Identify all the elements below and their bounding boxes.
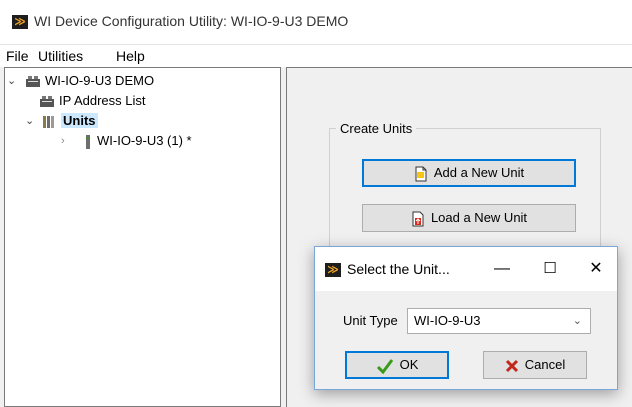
tree-root-label: WI-IO-9-U3 DEMO [45, 73, 155, 88]
tree-ip-list-row[interactable]: IP Address List [39, 92, 145, 110]
dialog-title-bar[interactable]: ≫ Select the Unit... — ☐ ✕ [315, 247, 617, 291]
chevron-down-icon[interactable]: ⌄ [7, 72, 16, 90]
select-unit-dialog: ≫ Select the Unit... — ☐ ✕ Unit Type WI-… [314, 246, 618, 390]
ok-button[interactable]: OK [345, 351, 449, 379]
title-bar: ≫ WI Device Configuration Utility: WI-IO… [0, 0, 632, 45]
add-new-unit-label: Add a New Unit [433, 165, 525, 180]
menu-file[interactable]: File [6, 48, 29, 64]
tree-unit-item-label: WI-IO-9-U3 (1) * [97, 133, 192, 148]
network-device-icon [26, 75, 40, 87]
create-units-title: Create Units [336, 121, 417, 136]
chevron-down-icon[interactable]: ⌄ [25, 112, 34, 130]
load-document-icon [412, 211, 424, 227]
unit-type-label: Unit Type [343, 313, 398, 328]
menu-utilities[interactable]: Utilities [38, 48, 83, 64]
minimize-button[interactable]: — [487, 257, 517, 281]
app-logo-icon: ≫ [12, 15, 28, 29]
new-document-icon [415, 166, 427, 182]
checkmark-icon [376, 358, 393, 374]
close-button[interactable]: ✕ [581, 257, 611, 281]
unit-type-select[interactable]: WI-IO-9-U3 ⌄ [407, 308, 591, 334]
ok-label: OK [399, 357, 419, 372]
units-folder-icon [43, 115, 54, 128]
menu-help[interactable]: Help [116, 48, 145, 64]
network-device-icon [40, 95, 54, 107]
chevron-down-icon: ⌄ [572, 315, 582, 327]
window-title: WI Device Configuration Utility: WI-IO-9… [34, 13, 349, 29]
dialog-title: Select the Unit... [347, 261, 450, 277]
create-units-group [329, 128, 601, 258]
tree-root-row[interactable]: ⌄ WI-IO-9-U3 DEMO [7, 72, 154, 90]
chevron-right-icon[interactable]: › [61, 132, 65, 150]
tree-units-label: Units [61, 113, 98, 128]
device-tree-panel[interactable]: ⌄ WI-IO-9-U3 DEMO IP Address List ⌄ Unit… [4, 67, 281, 407]
unit-module-icon [86, 134, 90, 149]
red-x-icon [505, 359, 518, 372]
app-logo-icon: ≫ [325, 263, 341, 277]
add-new-unit-button[interactable]: Add a New Unit [362, 159, 576, 187]
maximize-button[interactable]: ☐ [535, 257, 565, 281]
tree-unit-item-row[interactable]: › WI-IO-9-U3 (1) * [61, 132, 192, 150]
load-new-unit-button[interactable]: Load a New Unit [362, 204, 576, 232]
cancel-label: Cancel [524, 357, 566, 372]
cancel-button[interactable]: Cancel [483, 351, 587, 379]
load-new-unit-label: Load a New Unit [430, 210, 528, 225]
tree-ip-list-label: IP Address List [59, 93, 146, 108]
unit-type-value: WI-IO-9-U3 [414, 313, 481, 328]
tree-units-row[interactable]: ⌄ Units [25, 112, 98, 130]
menu-bar: File Utilities Help [0, 45, 632, 67]
